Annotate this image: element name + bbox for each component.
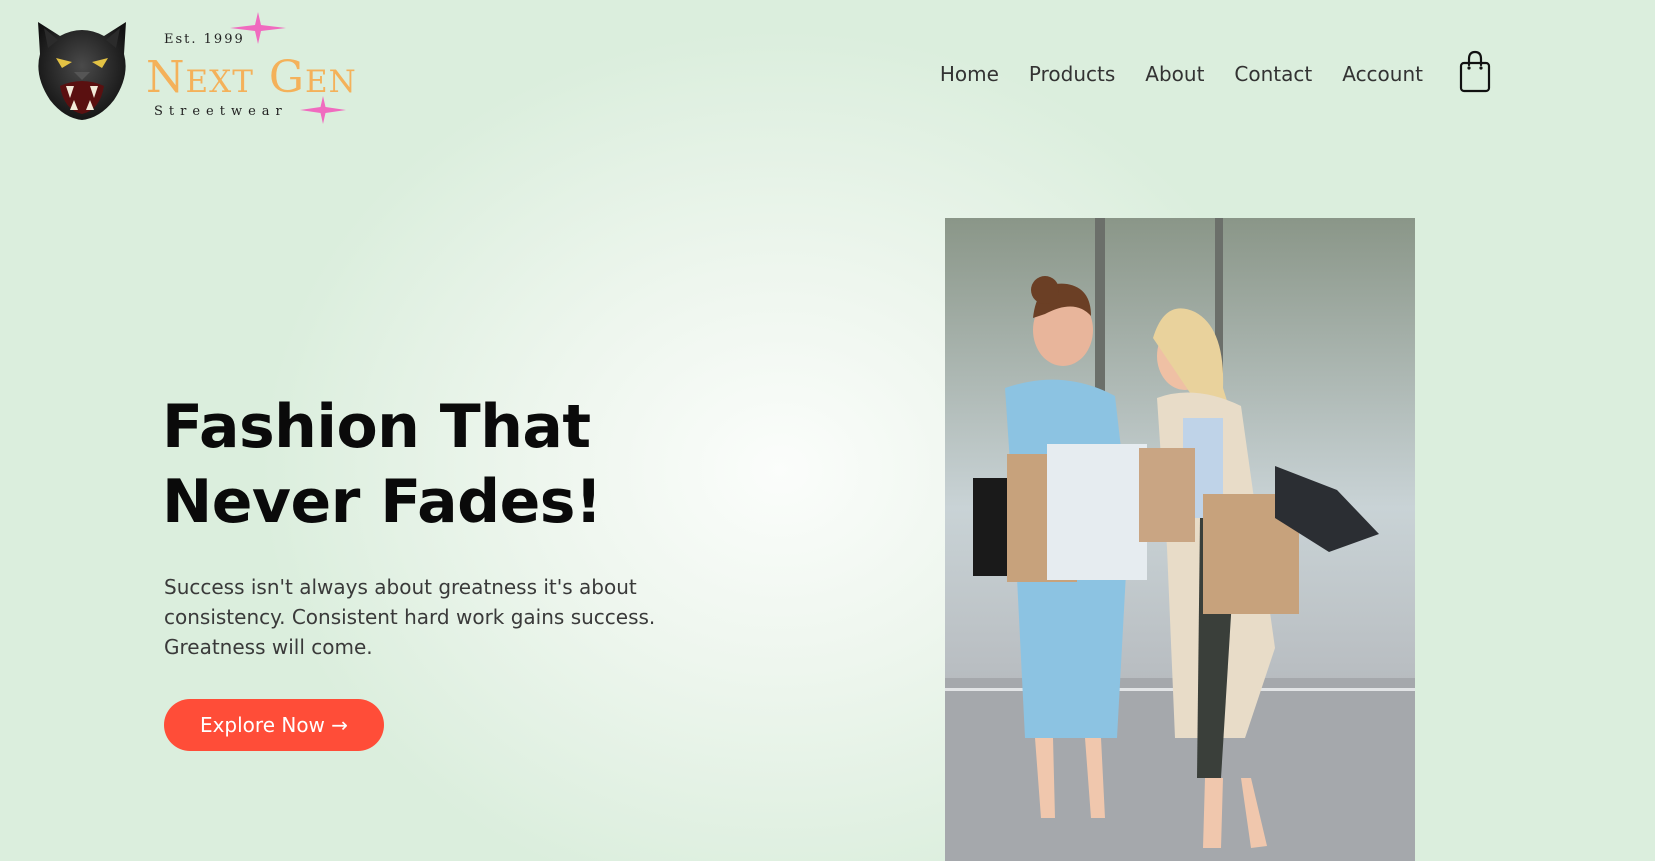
hero-image — [945, 218, 1415, 861]
panther-icon — [38, 22, 126, 120]
explore-now-button[interactable]: Explore Now → — [164, 699, 384, 751]
nav-home[interactable]: Home — [940, 62, 999, 86]
main-nav: Home Products About Contact Account — [940, 50, 1493, 93]
brand-name: Next Gen — [146, 52, 357, 103]
nav-account[interactable]: Account — [1342, 62, 1423, 86]
hero-description: Success isn't always about greatness it'… — [164, 575, 656, 659]
brand-established: Est. 1999 — [164, 32, 245, 47]
shopping-bag-icon — [1459, 50, 1491, 93]
brand-tagline: Streetwear — [154, 104, 288, 119]
hero-title-line-1: Fashion That — [162, 392, 591, 462]
nav-products[interactable]: Products — [1029, 62, 1115, 86]
hero-title: Fashion That Never Fades! — [162, 390, 602, 540]
nav-contact[interactable]: Contact — [1234, 62, 1312, 86]
hero-title-line-2: Never Fades! — [162, 467, 602, 537]
shopping-women-photo — [945, 218, 1415, 861]
brand-logo[interactable]: Est. 1999 Next Gen Streetwear — [30, 12, 356, 126]
nav-about[interactable]: About — [1145, 62, 1204, 86]
cart-button[interactable] — [1457, 49, 1493, 93]
